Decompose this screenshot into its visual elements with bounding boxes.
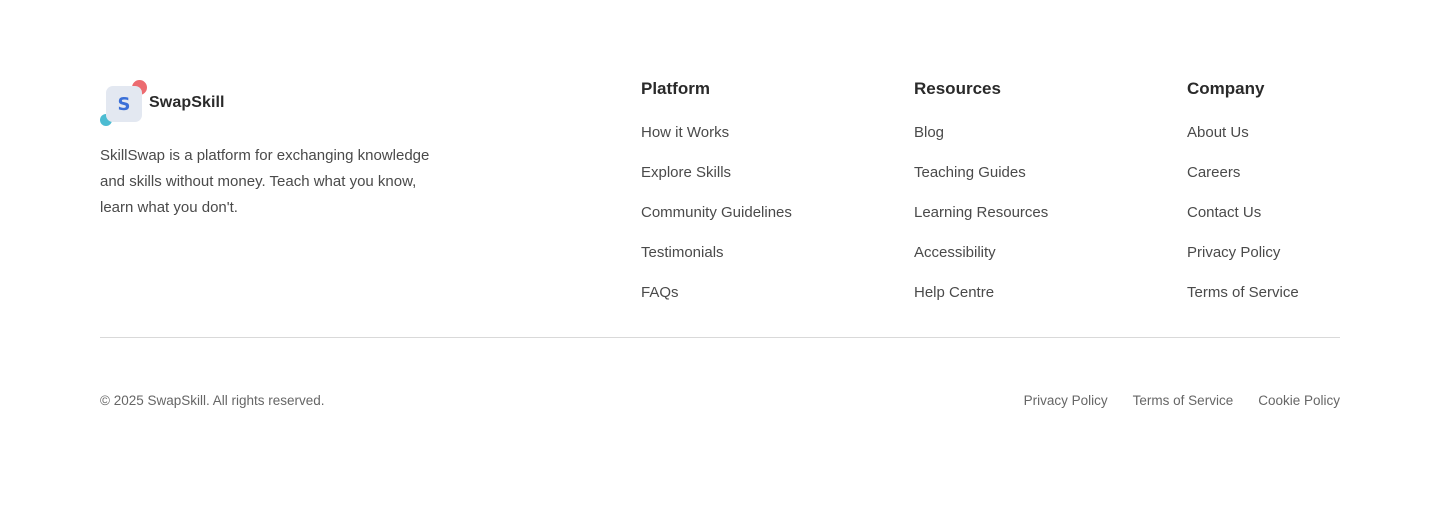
- logo-icon: S: [100, 80, 147, 126]
- logo-letter: S: [106, 86, 142, 122]
- footer-link-teaching-guides[interactable]: Teaching Guides: [914, 159, 1048, 199]
- legal-link-cookie-policy[interactable]: Cookie Policy: [1258, 392, 1340, 410]
- copyright-text: © 2025 SwapSkill. All rights reserved.: [100, 393, 325, 408]
- footer-link-terms-of-service[interactable]: Terms of Service: [1187, 279, 1299, 319]
- footer-column-platform: Platform How it Works Explore Skills Com…: [641, 78, 792, 319]
- column-title: Platform: [641, 79, 710, 98]
- footer-link-contact-us[interactable]: Contact Us: [1187, 199, 1299, 239]
- legal-link-privacy-policy[interactable]: Privacy Policy: [1024, 392, 1108, 410]
- link-list: Blog Teaching Guides Learning Resources …: [914, 119, 1048, 319]
- footer-divider: [100, 337, 1340, 338]
- footer-link-careers[interactable]: Careers: [1187, 159, 1299, 199]
- legal-links: Privacy Policy Terms of Service Cookie P…: [1024, 392, 1340, 410]
- legal-link-terms-of-service[interactable]: Terms of Service: [1133, 392, 1234, 410]
- link-list: How it Works Explore Skills Community Gu…: [641, 119, 792, 319]
- brand-description: SkillSwap is a platform for exchanging k…: [100, 147, 430, 216]
- footer-column-company: Company About Us Careers Contact Us Priv…: [1187, 78, 1299, 319]
- footer-link-testimonials[interactable]: Testimonials: [641, 239, 792, 279]
- footer-link-help-centre[interactable]: Help Centre: [914, 279, 1048, 319]
- link-list: About Us Careers Contact Us Privacy Poli…: [1187, 119, 1299, 319]
- column-title: Resources: [914, 79, 1001, 98]
- footer-brand: S SwapSkill SkillSwap is a platform for …: [100, 80, 460, 236]
- column-title: Company: [1187, 79, 1265, 98]
- footer-link-blog[interactable]: Blog: [914, 119, 1048, 159]
- footer-link-faqs[interactable]: FAQs: [641, 279, 792, 319]
- footer-link-community-guidelines[interactable]: Community Guidelines: [641, 199, 792, 239]
- footer-link-accessibility[interactable]: Accessibility: [914, 239, 1048, 279]
- logo[interactable]: S SwapSkill: [100, 80, 460, 126]
- footer-link-about-us[interactable]: About Us: [1187, 119, 1299, 159]
- footer-link-learning-resources[interactable]: Learning Resources: [914, 199, 1048, 239]
- footer-link-how-it-works[interactable]: How it Works: [641, 119, 792, 159]
- footer-link-explore-skills[interactable]: Explore Skills: [641, 159, 792, 199]
- site-footer: S SwapSkill SkillSwap is a platform for …: [100, 0, 1340, 508]
- footer-link-privacy-policy[interactable]: Privacy Policy: [1187, 239, 1299, 279]
- footer-column-resources: Resources Blog Teaching Guides Learning …: [914, 78, 1048, 319]
- brand-name: SwapSkill: [149, 94, 225, 111]
